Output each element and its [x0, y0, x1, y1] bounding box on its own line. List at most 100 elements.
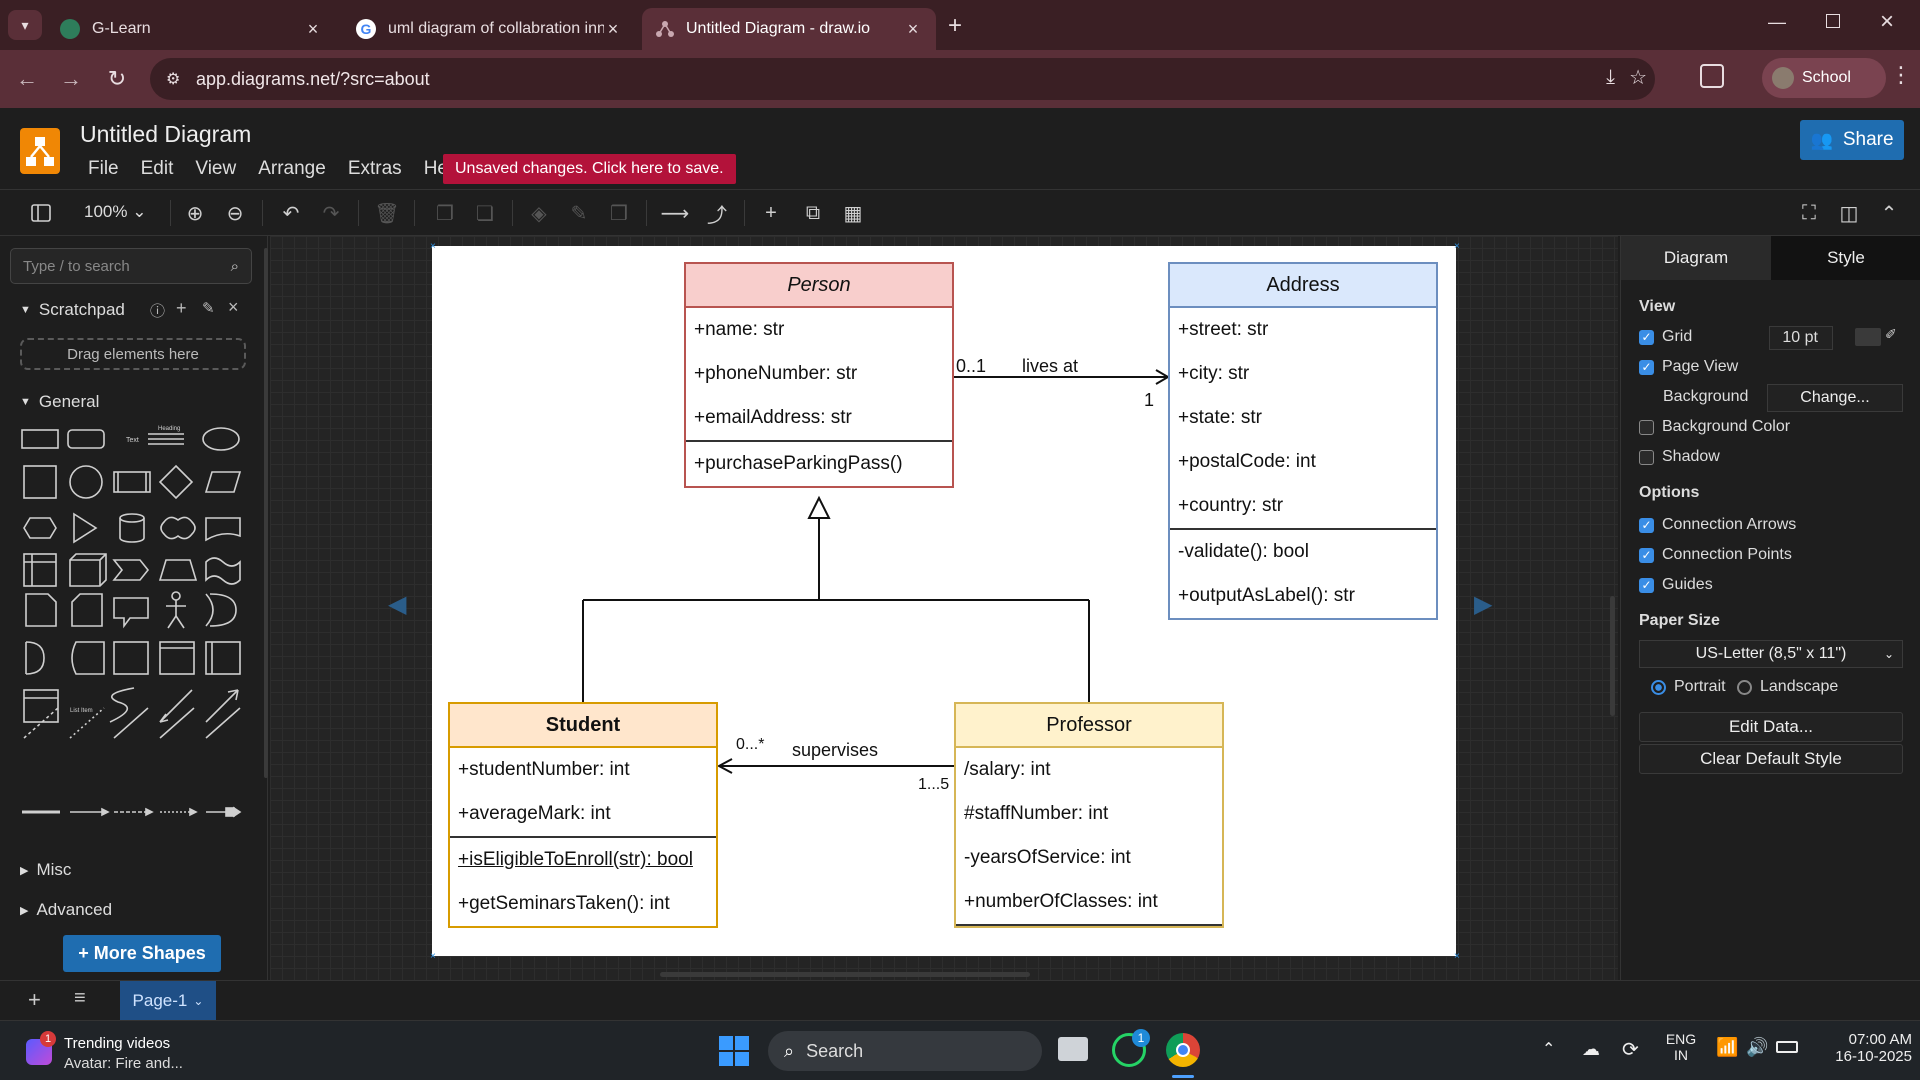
site-info-icon[interactable]: ⚙ [166, 69, 180, 89]
page-tab[interactable]: Page-1 ⌄ [120, 981, 216, 1021]
general-shapes-palette[interactable]: Text Heading List Item [14, 422, 254, 762]
grid-size-input[interactable]: 10 pt [1769, 326, 1833, 350]
sidebar-toggle-icon[interactable] [28, 200, 54, 226]
selection-handle[interactable]: × [1454, 242, 1460, 252]
advanced-header[interactable]: ▶ Advanced [20, 900, 112, 920]
menu-extras[interactable]: Extras [348, 158, 402, 180]
add-page-icon[interactable]: + [28, 987, 41, 1013]
close-icon[interactable]: × [604, 19, 622, 40]
connector-shapes-row[interactable] [14, 802, 254, 822]
close-icon[interactable]: × [228, 297, 239, 318]
menu-view[interactable]: View [195, 158, 236, 180]
browser-tab-google[interactable]: G uml diagram of collabration inn × [342, 8, 636, 50]
extensions-icon[interactable] [1700, 64, 1724, 88]
profile-button[interactable]: School [1762, 58, 1886, 98]
uml-class-address[interactable]: Address +street: str +city: str +state: … [1168, 262, 1438, 620]
onedrive-icon[interactable]: ☁ [1582, 1039, 1600, 1060]
uml-class-professor[interactable]: Professor /salary: int #staffNumber: int… [954, 702, 1224, 928]
tab-style[interactable]: Style [1771, 236, 1920, 280]
selection-handle[interactable]: × [1454, 952, 1460, 962]
grid-option[interactable]: ✓ Grid [1639, 328, 1692, 346]
windows-start-icon[interactable] [718, 1035, 750, 1067]
misc-header[interactable]: ▶ Misc [20, 860, 71, 880]
insert-icon[interactable]: + [758, 200, 784, 226]
url-input[interactable]: ⚙ app.diagrams.net/?src=about ⤓ ☆ [150, 58, 1655, 100]
selection-handle[interactable]: × [430, 242, 436, 252]
waypoints-icon[interactable]: ⤴ [704, 200, 730, 227]
reload-icon[interactable]: ↻ [102, 64, 132, 94]
browser-menu-icon[interactable]: ⋮ [1890, 62, 1912, 88]
uml-class-person[interactable]: Person +name: str +phoneNumber: str +ema… [684, 262, 954, 488]
portrait-option[interactable]: Portrait [1651, 678, 1726, 696]
close-icon[interactable]: × [904, 19, 922, 40]
grid-color-swatch[interactable] [1855, 328, 1881, 346]
battery-icon[interactable] [1776, 1041, 1798, 1053]
shadow-option[interactable]: Shadow [1639, 448, 1720, 466]
maximize-button[interactable] [1826, 14, 1840, 28]
window-close-button[interactable]: × [1880, 8, 1894, 36]
shapes-icon[interactable]: ⧉ [800, 200, 826, 226]
landscape-option[interactable]: Landscape [1737, 678, 1838, 696]
taskbar-search-box[interactable]: ⌕ Search [768, 1031, 1042, 1071]
help-icon[interactable]: ⓘ [150, 300, 165, 321]
fullscreen-icon[interactable]: ⛶ [1796, 200, 1822, 226]
menu-edit[interactable]: Edit [141, 158, 174, 180]
background-color-checkbox[interactable] [1639, 419, 1654, 435]
close-icon[interactable]: × [304, 19, 322, 40]
chrome-icon[interactable] [1166, 1033, 1200, 1067]
horizontal-scrollbar[interactable] [660, 972, 1030, 977]
forward-icon[interactable]: → [56, 64, 86, 94]
paper-size-select[interactable]: US-Letter (8,5" x 11") ⌄ [1639, 640, 1903, 668]
page-right-arrow-icon[interactable]: ▶ [1474, 590, 1492, 619]
pages-menu-icon[interactable]: ≡ [74, 987, 86, 1010]
to-back-icon[interactable]: ❏ [472, 200, 498, 226]
tab-diagram[interactable]: Diagram [1621, 236, 1771, 280]
portrait-radio[interactable] [1651, 679, 1666, 695]
scratchpad-header[interactable]: ▼ Scratchpad [20, 300, 125, 320]
scratchpad-drop-zone[interactable]: Drag elements here [20, 338, 246, 370]
fill-color-icon[interactable]: ◈ [526, 200, 552, 226]
sidebar-scrollbar[interactable] [264, 248, 268, 778]
connection-arrows-option[interactable]: ✓ Connection Arrows [1639, 516, 1796, 534]
diagram-canvas[interactable]: ◀ ▶ Person +name: str +phoneNumber: str … [270, 236, 1618, 980]
shape-search-input[interactable]: Type / to search ⌕ [10, 248, 252, 284]
news-widget[interactable]: 1 Trending videos Avatar: Fire and... [20, 1029, 210, 1075]
connection-arrows-checkbox[interactable]: ✓ [1639, 517, 1654, 533]
guides-option[interactable]: ✓ Guides [1639, 576, 1713, 594]
volume-icon[interactable]: 🔊 [1746, 1037, 1768, 1058]
clock[interactable]: 07:00 AM 16-10-2025 [1812, 1031, 1912, 1065]
diagram-page[interactable]: Person +name: str +phoneNumber: str +ema… [432, 246, 1456, 956]
minimize-button[interactable]: — [1768, 12, 1786, 33]
connection-points-checkbox[interactable]: ✓ [1639, 547, 1654, 563]
share-button[interactable]: 👥 Share [1800, 120, 1904, 160]
back-icon[interactable]: ← [12, 64, 42, 94]
undo-icon[interactable]: ↶ [278, 200, 304, 226]
to-front-icon[interactable]: ❐ [432, 200, 458, 226]
redo-icon[interactable]: ↷ [318, 200, 344, 226]
task-view-icon[interactable] [1058, 1037, 1088, 1061]
menu-arrange[interactable]: Arrange [258, 158, 326, 180]
vertical-scrollbar[interactable] [1610, 596, 1615, 716]
shadow-checkbox[interactable] [1639, 449, 1654, 465]
zoom-out-icon[interactable]: ⊖ [222, 200, 248, 226]
selection-handle[interactable]: × [430, 952, 436, 962]
menu-file[interactable]: File [88, 158, 119, 180]
shadow-icon[interactable]: ❒ [606, 200, 632, 226]
more-shapes-button[interactable]: + More Shapes [63, 935, 221, 972]
install-app-icon[interactable]: ⤓ [1606, 66, 1615, 89]
language-indicator[interactable]: ENG IN [1664, 1031, 1698, 1063]
table-icon[interactable]: ▦ [840, 200, 866, 226]
browser-tab-drawio[interactable]: Untitled Diagram - draw.io × [642, 8, 936, 50]
document-title[interactable]: Untitled Diagram [80, 121, 251, 148]
connection-points-option[interactable]: ✓ Connection Points [1639, 546, 1792, 564]
delete-icon[interactable]: 🗑 [374, 200, 400, 226]
browser-tab-glearn[interactable]: G-Learn × [46, 8, 336, 50]
grid-checkbox[interactable]: ✓ [1639, 329, 1654, 345]
landscape-radio[interactable] [1737, 679, 1752, 695]
uml-class-student[interactable]: Student +studentNumber: int +averageMark… [448, 702, 718, 928]
background-color-option[interactable]: Background Color [1639, 418, 1790, 436]
general-header[interactable]: ▼ General [20, 392, 99, 412]
new-tab-button[interactable]: + [948, 12, 962, 40]
page-view-checkbox[interactable]: ✓ [1639, 359, 1654, 375]
unsaved-changes-button[interactable]: Unsaved changes. Click here to save. [443, 154, 736, 184]
